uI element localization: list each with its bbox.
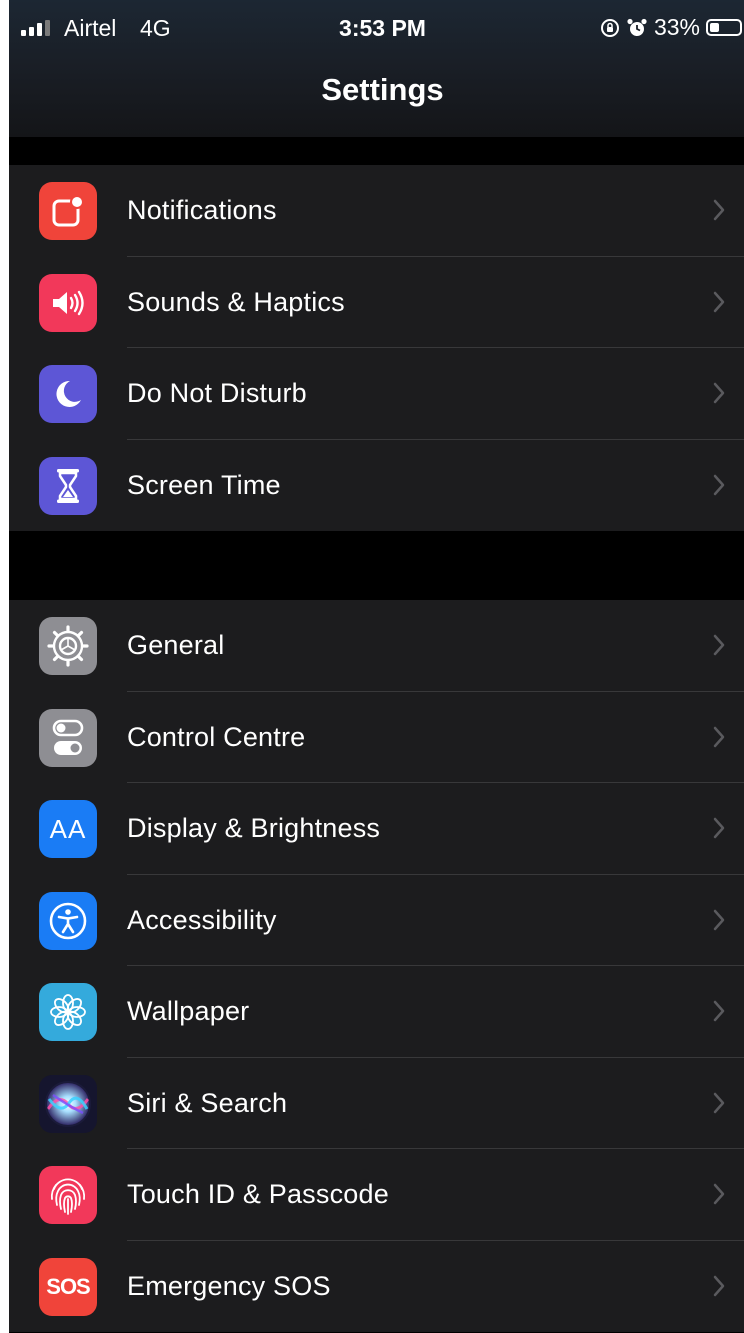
chevron-right-icon	[712, 1182, 726, 1211]
chevron-right-icon	[712, 1091, 726, 1120]
chevron-right-icon	[712, 725, 726, 754]
settings-row-label: Wallpaper	[127, 996, 250, 1026]
settings-row-label: Siri & Search	[127, 1087, 288, 1118]
settings-row-label: Display & Brightness	[127, 813, 381, 843]
toggles-icon	[39, 708, 97, 767]
settings-row-control-centre[interactable]: Control Centre	[9, 692, 744, 783]
settings-screen: Airtel 4G 3:53 PM 33% Settings Notificat…	[9, 0, 744, 1333]
settings-row-do-not-disturb[interactable]: Do Not Disturb	[9, 348, 744, 440]
chevron-right-icon	[712, 381, 726, 410]
chevron-right-icon	[712, 816, 726, 845]
fingerprint-icon	[39, 1166, 97, 1224]
header: Airtel 4G 3:53 PM 33% Settings	[9, 0, 744, 137]
hourglass-icon	[39, 456, 97, 515]
accessibility-icon	[39, 891, 97, 950]
settings-row-label: Screen Time	[127, 469, 281, 500]
chevron-right-icon	[712, 908, 726, 937]
page-title: Settings	[321, 72, 444, 107]
flower-icon	[39, 983, 97, 1041]
settings-row-label: Control Centre	[127, 721, 306, 752]
settings-row-touch-id-passcode[interactable]: Touch ID & Passcode	[9, 1149, 744, 1241]
settings-row-sounds-haptics[interactable]: Sounds & Haptics	[9, 257, 744, 348]
settings-row-screen-time[interactable]: Screen Time	[9, 440, 744, 532]
chevron-right-icon	[712, 1274, 726, 1303]
settings-row-label: Notifications	[127, 195, 277, 225]
moon-icon	[39, 365, 97, 423]
settings-row-wallpaper[interactable]: Wallpaper	[9, 966, 744, 1058]
orientation-lock-icon	[600, 18, 620, 38]
settings-row-display-brightness[interactable]: AA Display & Brightness	[9, 783, 744, 875]
chevron-right-icon	[712, 198, 726, 227]
settings-row-notifications[interactable]: Notifications	[9, 165, 744, 257]
chevron-right-icon	[712, 290, 726, 319]
battery-percentage: 33%	[653, 14, 700, 40]
alarm-icon	[626, 17, 648, 39]
chevron-right-icon	[712, 473, 726, 502]
settings-group-alerts: Notifications Sounds & Haptics Do Not Di…	[9, 165, 744, 531]
settings-row-accessibility[interactable]: Accessibility	[9, 875, 744, 966]
settings-row-siri-search[interactable]: Siri & Search	[9, 1058, 744, 1149]
settings-row-label: Do Not Disturb	[127, 378, 307, 408]
settings-row-label: General	[127, 630, 225, 660]
settings-row-label: Accessibility	[127, 904, 277, 935]
settings-row-emergency-sos[interactable]: SOS Emergency SOS	[9, 1241, 744, 1333]
chevron-right-icon	[712, 633, 726, 662]
notifications-icon	[39, 182, 97, 240]
status-right: 33%	[600, 14, 744, 41]
text-size-icon: AA	[39, 800, 97, 858]
settings-row-label: Sounds & Haptics	[127, 286, 345, 317]
speaker-icon	[39, 273, 97, 332]
sos-icon: SOS	[39, 1257, 97, 1316]
siri-icon	[39, 1074, 97, 1133]
status-bar: Airtel 4G 3:53 PM 33%	[9, 0, 744, 58]
settings-group-device: General Control Centre AA Display & Brig…	[9, 600, 744, 1332]
battery-icon	[706, 19, 742, 36]
gear-icon	[39, 617, 97, 675]
settings-row-label: Emergency SOS	[127, 1270, 331, 1301]
chevron-right-icon	[712, 999, 726, 1028]
settings-row-label: Touch ID & Passcode	[127, 1179, 389, 1209]
settings-row-general[interactable]: General	[9, 600, 744, 692]
